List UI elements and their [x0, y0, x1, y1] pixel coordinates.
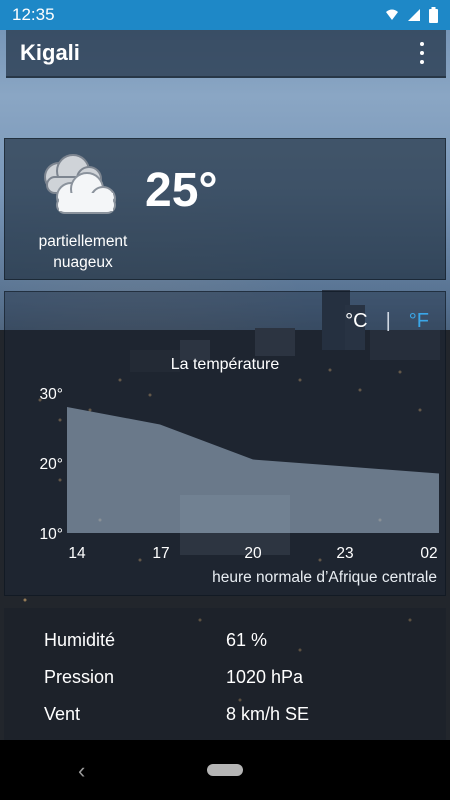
menu-dot-icon: [420, 51, 424, 55]
x-axis-ticks: 14 17 20 23 02: [68, 545, 437, 562]
condition-line-2: nuageux: [53, 254, 113, 271]
y-tick-label: 10°: [40, 526, 63, 543]
temperature-chart: La température 30° 20° 10° 14 17 20 23 02 heur…: [40, 356, 439, 586]
home-pill-icon[interactable]: [207, 764, 243, 776]
humidity-value: 61 %: [226, 630, 268, 650]
battery-icon: [429, 7, 438, 23]
signal-icon: [386, 9, 398, 20]
humidity-label: Humidité: [44, 630, 116, 650]
y-tick-label: 20°: [40, 456, 63, 473]
city-title: Kigali: [20, 40, 80, 65]
temperature-area: [67, 407, 439, 533]
x-tick-label: 17: [152, 545, 169, 562]
pressure-label: Pression: [44, 667, 115, 687]
wind-value: 8 km/h SE: [226, 704, 310, 724]
status-bar: 12:35: [0, 0, 450, 30]
pressure-value: 1020 hPa: [226, 667, 304, 687]
weather-condition: partiellement nuageux: [19, 231, 147, 273]
y-axis-ticks: 30° 20° 10°: [40, 386, 63, 543]
details-card: Humidité 61 % Pression 1020 hPa Vent 8 k…: [4, 608, 446, 742]
menu-dot-icon: [420, 60, 424, 64]
current-weather-card: partiellement nuageux 25°: [4, 138, 446, 280]
x-tick-label: 20: [244, 545, 262, 562]
wifi-icon: [408, 9, 420, 21]
status-time: 12:35: [12, 5, 55, 24]
temperature-chart-card: °C | °F La température 30° 20° 10° 14 17 20 2…: [4, 291, 446, 596]
x-tick-label: 14: [68, 545, 86, 562]
status-icons: [385, 7, 438, 23]
navigation-bar: ‹: [0, 740, 450, 800]
wind-label: Vent: [44, 704, 81, 724]
partly-cloudy-icon: [35, 153, 119, 217]
chart-title: La température: [171, 356, 280, 373]
app-bar: Kigali: [6, 30, 446, 78]
x-axis-label: heure normale d’Afrique centrale: [212, 569, 437, 586]
condition-line-1: partiellement: [38, 233, 128, 250]
overflow-menu-button[interactable]: [412, 40, 432, 66]
x-tick-label: 23: [336, 545, 353, 562]
back-icon[interactable]: ‹: [78, 758, 85, 784]
current-temperature: 25°: [145, 164, 218, 217]
x-tick-label: 02: [420, 545, 437, 562]
menu-dot-icon: [420, 42, 424, 46]
y-tick-label: 30°: [40, 386, 63, 403]
